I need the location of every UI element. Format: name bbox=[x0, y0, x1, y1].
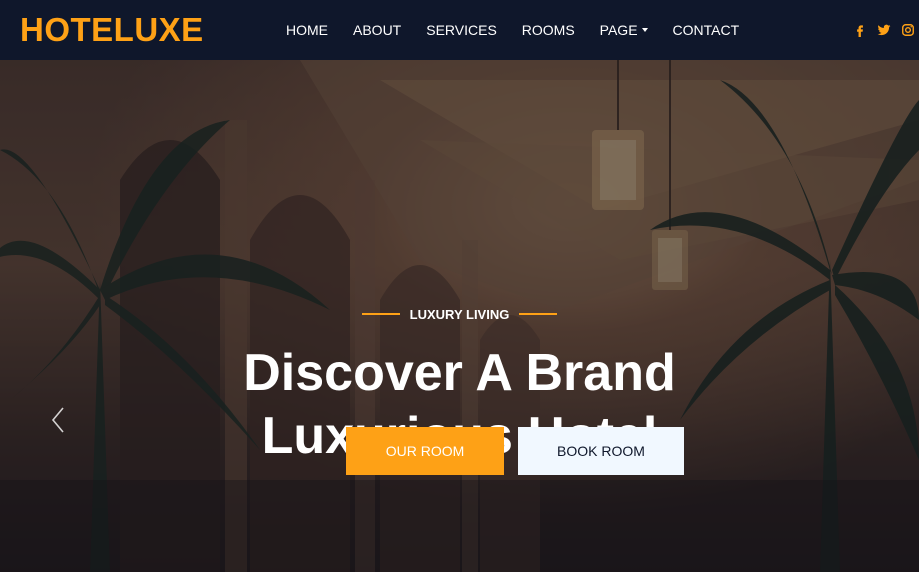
eyebrow-line-left bbox=[361, 313, 400, 315]
instagram-icon[interactable] bbox=[901, 23, 915, 37]
nav-item-home[interactable]: HOME bbox=[286, 22, 328, 38]
social-links bbox=[853, 0, 915, 60]
nav-item-page-label: PAGE bbox=[599, 22, 638, 38]
hero-eyebrow: LUXURY LIVING bbox=[0, 304, 919, 324]
book-room-button[interactable]: BOOK ROOM bbox=[518, 427, 684, 475]
hero-headline-line-1: Discover A Brand bbox=[243, 344, 676, 402]
our-room-button[interactable]: OUR ROOM bbox=[346, 427, 504, 475]
hero-button-row: OUR ROOM BOOK ROOM bbox=[346, 427, 684, 475]
eyebrow-line-right bbox=[519, 313, 558, 315]
nav-item-page-dropdown[interactable]: PAGE bbox=[600, 22, 648, 38]
nav-item-contact[interactable]: CONTACT bbox=[673, 22, 740, 38]
nav-item-about[interactable]: ABOUT bbox=[353, 22, 401, 38]
eyebrow-text: LUXURY LIVING bbox=[409, 306, 510, 322]
nav-item-rooms[interactable]: ROOMS bbox=[522, 22, 575, 38]
main-nav: HOME ABOUT SERVICES ROOMS PAGE CONTACT bbox=[286, 0, 764, 60]
hero-carousel: LUXURY LIVING Discover A Brand Luxurious… bbox=[0, 60, 919, 572]
twitter-icon[interactable] bbox=[877, 23, 891, 37]
brand-logo[interactable]: HOTELUXE bbox=[20, 11, 204, 49]
caret-down-icon bbox=[641, 28, 648, 32]
top-navbar: HOTELUXE HOME ABOUT SERVICES ROOMS PAGE … bbox=[0, 0, 919, 60]
facebook-icon[interactable] bbox=[853, 23, 867, 37]
nav-item-services[interactable]: SERVICES bbox=[426, 22, 497, 38]
